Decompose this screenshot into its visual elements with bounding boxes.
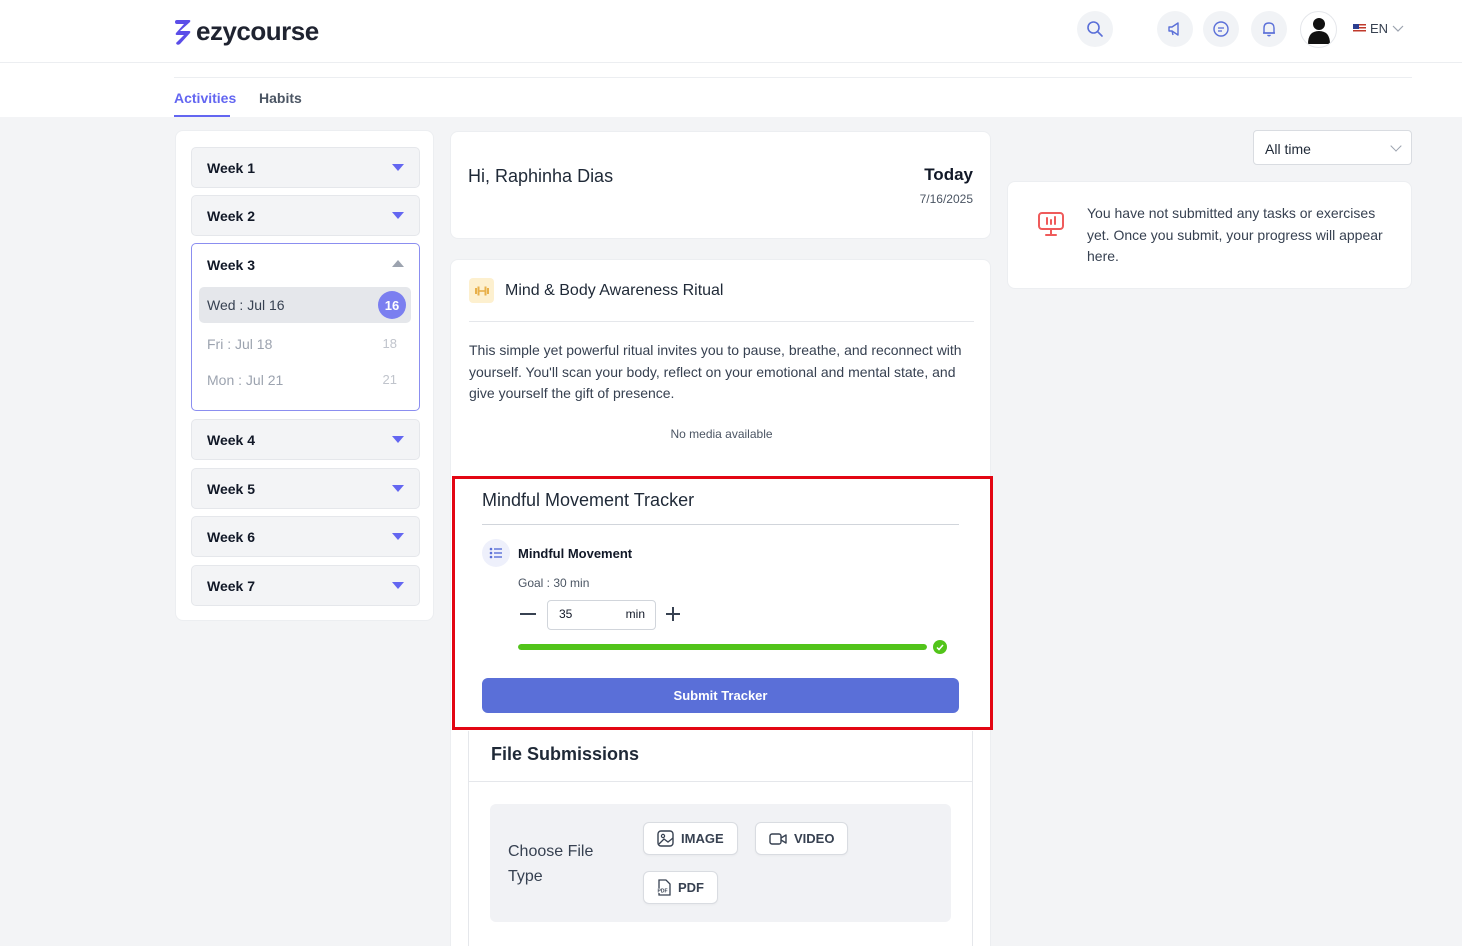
day-label: Wed : Jul 16 [207, 297, 285, 313]
logo-mark-icon [175, 19, 191, 45]
week-4-accordion[interactable]: Week 4 [191, 419, 420, 460]
dumbbell-icon [469, 278, 494, 303]
pdf-file-icon: PDF [657, 879, 671, 896]
day-item-jul21[interactable]: Mon : Jul 21 21 [199, 362, 411, 398]
tabs-bar: Activities Habits [0, 63, 1462, 117]
today-label: Today [924, 165, 973, 184]
us-flag-icon [1353, 24, 1366, 33]
tracker-title: Mindful Movement Tracker [482, 490, 695, 510]
activity-title: Mind & Body Awareness Ritual [505, 282, 724, 299]
caret-down-icon [392, 533, 404, 540]
brand-name: ezycourse [196, 16, 319, 46]
caret-down-icon [392, 436, 404, 443]
day-number-badge: 16 [378, 291, 406, 319]
tabs-divider [174, 77, 1412, 78]
caret-down-icon [392, 485, 404, 492]
bell-icon[interactable] [1251, 11, 1287, 47]
caret-down-icon [392, 582, 404, 589]
greeting-card: Hi, Raphinha Dias Today 7/16/2025 [450, 131, 991, 239]
minutes-unit: min [625, 607, 645, 621]
today-date: 7/16/2025 [919, 192, 973, 206]
week-2-accordion[interactable]: Week 2 [191, 195, 420, 236]
minutes-value: 35 [559, 607, 573, 621]
increment-button[interactable] [666, 606, 682, 622]
activity-divider [469, 321, 974, 322]
active-tab-indicator [174, 115, 230, 117]
megaphone-icon[interactable] [1157, 11, 1193, 47]
image-icon [657, 830, 674, 847]
chat-icon[interactable] [1203, 11, 1239, 47]
top-header: ezycourse EN [0, 0, 1462, 63]
week-6-accordion[interactable]: Week 6 [191, 516, 420, 557]
search-icon[interactable] [1077, 11, 1113, 47]
caret-down-icon [392, 212, 404, 219]
tracker-item-title: Mindful Movement [518, 546, 633, 561]
submit-tracker-button[interactable]: Submit Tracker [482, 678, 959, 713]
caret-up-icon [392, 260, 404, 267]
decrement-button[interactable] [520, 613, 536, 615]
choose-file-type-label: Choose File Type [508, 843, 594, 885]
language-label: EN [1370, 21, 1389, 36]
no-media-text: No media available [670, 427, 773, 441]
week-label: Week 4 [207, 432, 255, 448]
image-type-button[interactable]: IMAGE [643, 822, 738, 855]
day-item-jul16[interactable]: Wed : Jul 16 16 [199, 287, 411, 323]
file-submissions-divider [469, 781, 972, 782]
week-5-accordion[interactable]: Week 5 [191, 468, 420, 509]
activity-description: This simple yet powerful ritual invites … [469, 342, 962, 401]
tracker-divider [482, 524, 959, 525]
pdf-type-label: PDF [678, 880, 704, 895]
language-selector[interactable]: EN [1353, 21, 1404, 36]
week-label: Week 5 [207, 481, 255, 497]
brand-logo[interactable]: ezycourse [174, 16, 319, 47]
progress-notice-text: You have not submitted any tasks or exer… [1087, 205, 1383, 264]
week-1-accordion[interactable]: Week 1 [191, 147, 420, 188]
image-type-label: IMAGE [681, 831, 724, 846]
chevron-down-icon [1390, 140, 1402, 152]
week-3-accordion[interactable]: Week 3 Wed : Jul 16 16 Fri : Jul 18 18 M… [191, 243, 420, 411]
tracker-goal: Goal : 30 min [518, 576, 590, 590]
video-type-label: VIDEO [794, 831, 835, 846]
week-label: Week 1 [207, 160, 255, 176]
time-filter-select[interactable]: All time [1253, 130, 1412, 165]
day-number: 21 [382, 372, 397, 387]
chevron-down-icon [1392, 25, 1404, 32]
progress-fill [518, 644, 927, 650]
svg-text:PDF: PDF [658, 888, 668, 894]
day-item-jul18[interactable]: Fri : Jul 18 18 [199, 326, 411, 362]
minutes-input[interactable]: 35 min [547, 600, 656, 630]
caret-down-icon [392, 164, 404, 171]
day-label: Mon : Jul 21 [207, 372, 284, 388]
weeks-panel: Week 1 Week 2 Week 3 Wed : Jul 16 16 Fri… [175, 130, 434, 621]
presentation-chart-icon [1038, 212, 1064, 236]
progress-notice-card: You have not submitted any tasks or exer… [1007, 181, 1412, 289]
time-filter-value: All time [1265, 141, 1311, 157]
file-submissions-section: File Submissions Choose File Type IMAGE … [468, 731, 973, 946]
week-label: Week 6 [207, 529, 255, 545]
week-label: Week 7 [207, 578, 255, 594]
file-submissions-title: File Submissions [491, 744, 640, 764]
greeting-text: Hi, Raphinha Dias [468, 166, 614, 186]
video-camera-icon [769, 832, 787, 845]
day-label: Fri : Jul 18 [207, 336, 273, 352]
check-circle-icon [933, 640, 947, 654]
user-avatar[interactable] [1300, 11, 1337, 48]
list-icon [482, 539, 510, 567]
tab-activities[interactable]: Activities [174, 90, 236, 106]
file-type-box: Choose File Type IMAGE VIDEO PDF PDF [490, 804, 951, 922]
user-silhouette-icon [1307, 17, 1330, 44]
week-label: Week 2 [207, 208, 255, 224]
pdf-type-button[interactable]: PDF PDF [643, 871, 718, 904]
week-7-accordion[interactable]: Week 7 [191, 565, 420, 606]
week-label: Week 3 [207, 257, 255, 273]
tab-habits[interactable]: Habits [259, 90, 302, 106]
video-type-button[interactable]: VIDEO [755, 822, 849, 855]
tracker-progress-bar [518, 644, 927, 650]
day-number: 18 [382, 336, 397, 351]
